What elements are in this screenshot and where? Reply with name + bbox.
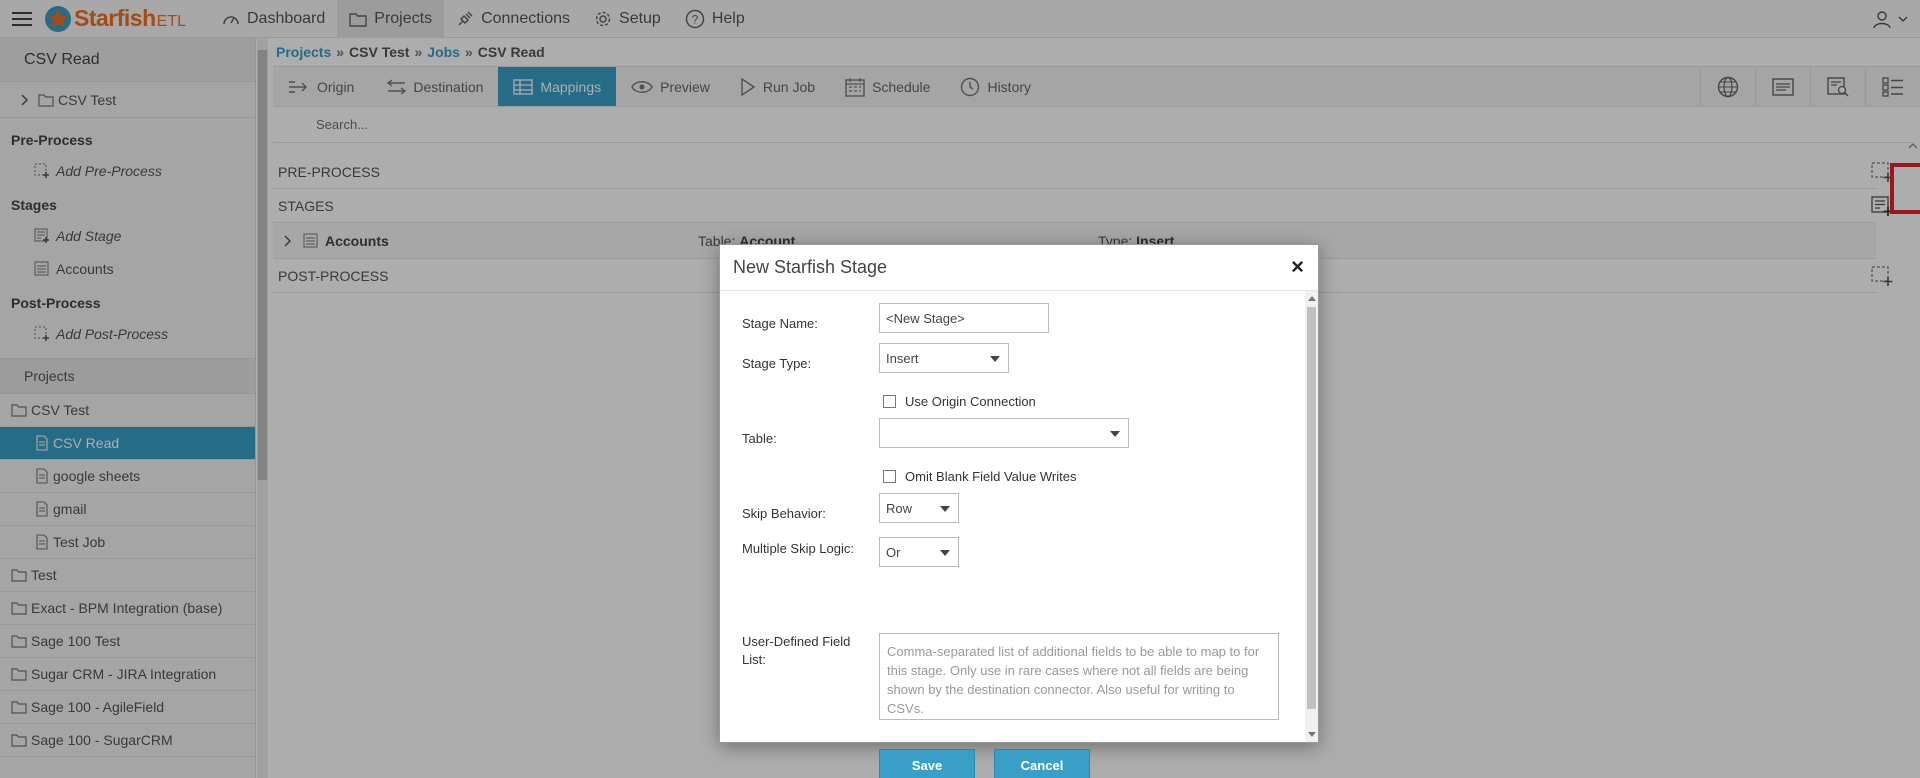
save-button[interactable]: Save bbox=[879, 749, 975, 778]
dialog-header: New Starfish Stage × bbox=[720, 245, 1318, 291]
dialog-title: New Starfish Stage bbox=[733, 257, 888, 277]
use-origin-connection-checkbox[interactable] bbox=[883, 395, 896, 408]
omit-blank-checkbox[interactable] bbox=[883, 470, 896, 483]
scroll-up-arrow-icon[interactable] bbox=[1308, 296, 1316, 301]
stage-name-input[interactable] bbox=[879, 303, 1049, 333]
table-label: Table: bbox=[742, 431, 777, 446]
use-origin-connection-row[interactable]: Use Origin Connection bbox=[883, 394, 1036, 409]
scroll-down-arrow-icon[interactable] bbox=[1308, 732, 1316, 737]
omit-blank-label: Omit Blank Field Value Writes bbox=[905, 469, 1077, 484]
dropdown-caret-icon bbox=[940, 506, 950, 512]
skip-behavior-label: Skip Behavior: bbox=[742, 506, 826, 521]
dropdown-caret-icon bbox=[940, 550, 950, 556]
user-defined-field-list-label: User-Defined Field List: bbox=[742, 634, 851, 667]
use-origin-connection-label: Use Origin Connection bbox=[905, 394, 1036, 409]
table-select[interactable] bbox=[879, 418, 1129, 448]
omit-blank-row[interactable]: Omit Blank Field Value Writes bbox=[883, 469, 1076, 484]
dropdown-caret-icon bbox=[990, 356, 1000, 362]
multiple-skip-logic-label: Multiple Skip Logic: bbox=[742, 541, 854, 556]
dialog-scrollbar[interactable] bbox=[1305, 291, 1318, 742]
stage-type-value: Insert bbox=[886, 350, 919, 366]
stage-type-label: Stage Type: bbox=[742, 356, 812, 371]
skip-behavior-value: Row bbox=[886, 500, 913, 516]
dropdown-caret-icon bbox=[1110, 431, 1120, 437]
skip-behavior-select[interactable]: Row bbox=[879, 493, 959, 523]
cancel-button[interactable]: Cancel bbox=[994, 749, 1090, 778]
dialog-body: Stage Name: Stage Type: Insert Use Origi… bbox=[720, 291, 1306, 778]
user-defined-field-list-textarea[interactable]: Comma-separated list of additional field… bbox=[879, 633, 1279, 720]
multiple-skip-logic-value: Or bbox=[886, 544, 901, 560]
multiple-skip-logic-select[interactable]: Or bbox=[879, 537, 959, 567]
close-icon[interactable]: × bbox=[1291, 256, 1304, 278]
stage-type-select[interactable]: Insert bbox=[879, 343, 1009, 373]
dialog-scrollbar-thumb[interactable] bbox=[1307, 307, 1316, 709]
stage-name-label: Stage Name: bbox=[742, 316, 818, 331]
new-stage-dialog: New Starfish Stage × Stage Name: Stage T… bbox=[719, 244, 1319, 778]
